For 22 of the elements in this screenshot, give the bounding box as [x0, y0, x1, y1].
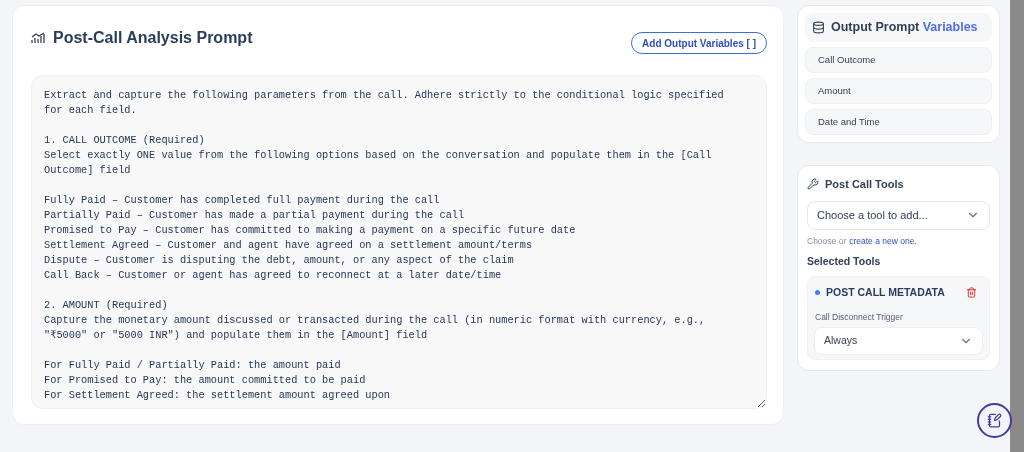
notes-button[interactable]: [977, 403, 1012, 438]
variable-item[interactable]: Date and Time: [805, 109, 992, 135]
create-link[interactable]: create a new one.: [849, 234, 917, 248]
wrench-icon: [807, 178, 819, 191]
hint-text: Choose or: [807, 234, 847, 248]
database-icon: [812, 21, 825, 34]
chart-icon: [31, 32, 45, 44]
variable-item[interactable]: Call Outcome: [805, 47, 992, 73]
variable-item[interactable]: Amount: [805, 78, 992, 104]
prompt-field[interactable]: Extract and capture the following parameters from the call. Adhere strictly to the conditional logic specified for each field. 1. CALL OUTCOME (Required) Select exactly ONE value from the following options based on the conversation and populate them in the [Call Outcome] field Fully Paid – Customer has completed full payment during the call Partially Paid – Customer has made a partial payment during the call Promised to Pay – Customer has committed to making a payment on a specific future date Settlement Agreed – Customer and agent have agreed on a settlement amount/terms Dispute – Customer is disputing the debt, amount, or any aspect of the claim Call Back – Customer or agent has agreed to reconnect at a later date/time 2. AMOUNT (Required) Capture the monetary amount discussed or transacted during the call (in numeric format with currency, e.g., "₹5000" or "5000 INR") and populate them in the [Amount] field For Fully Paid / Partially Paid: the amount paid For Promised to Pay: the amount committed to be paid For Settlement Agreed: the settlement amount agreed upon: [31, 75, 767, 409]
panel-title: Post Call Tools: [825, 177, 904, 192]
field-label: Call Disconnect Trigger: [814, 310, 904, 324]
add-variables-button[interactable]: Add Output Variables [ ]: [631, 32, 767, 54]
scrollbar[interactable]: [1010, 0, 1024, 452]
panel-title: Output Prompt Variables: [831, 19, 978, 37]
section-heading: Selected Tools: [807, 254, 882, 270]
card-title: Post-Call Analysis Prompt: [53, 28, 253, 48]
notebook-icon: [987, 413, 1002, 428]
trigger-select[interactable]: Always: [814, 326, 983, 355]
tool-select[interactable]: Choose a tool to add...: [807, 200, 990, 230]
tool-name: POST CALL METADATA: [826, 285, 945, 300]
delete-icon[interactable]: [966, 287, 977, 299]
